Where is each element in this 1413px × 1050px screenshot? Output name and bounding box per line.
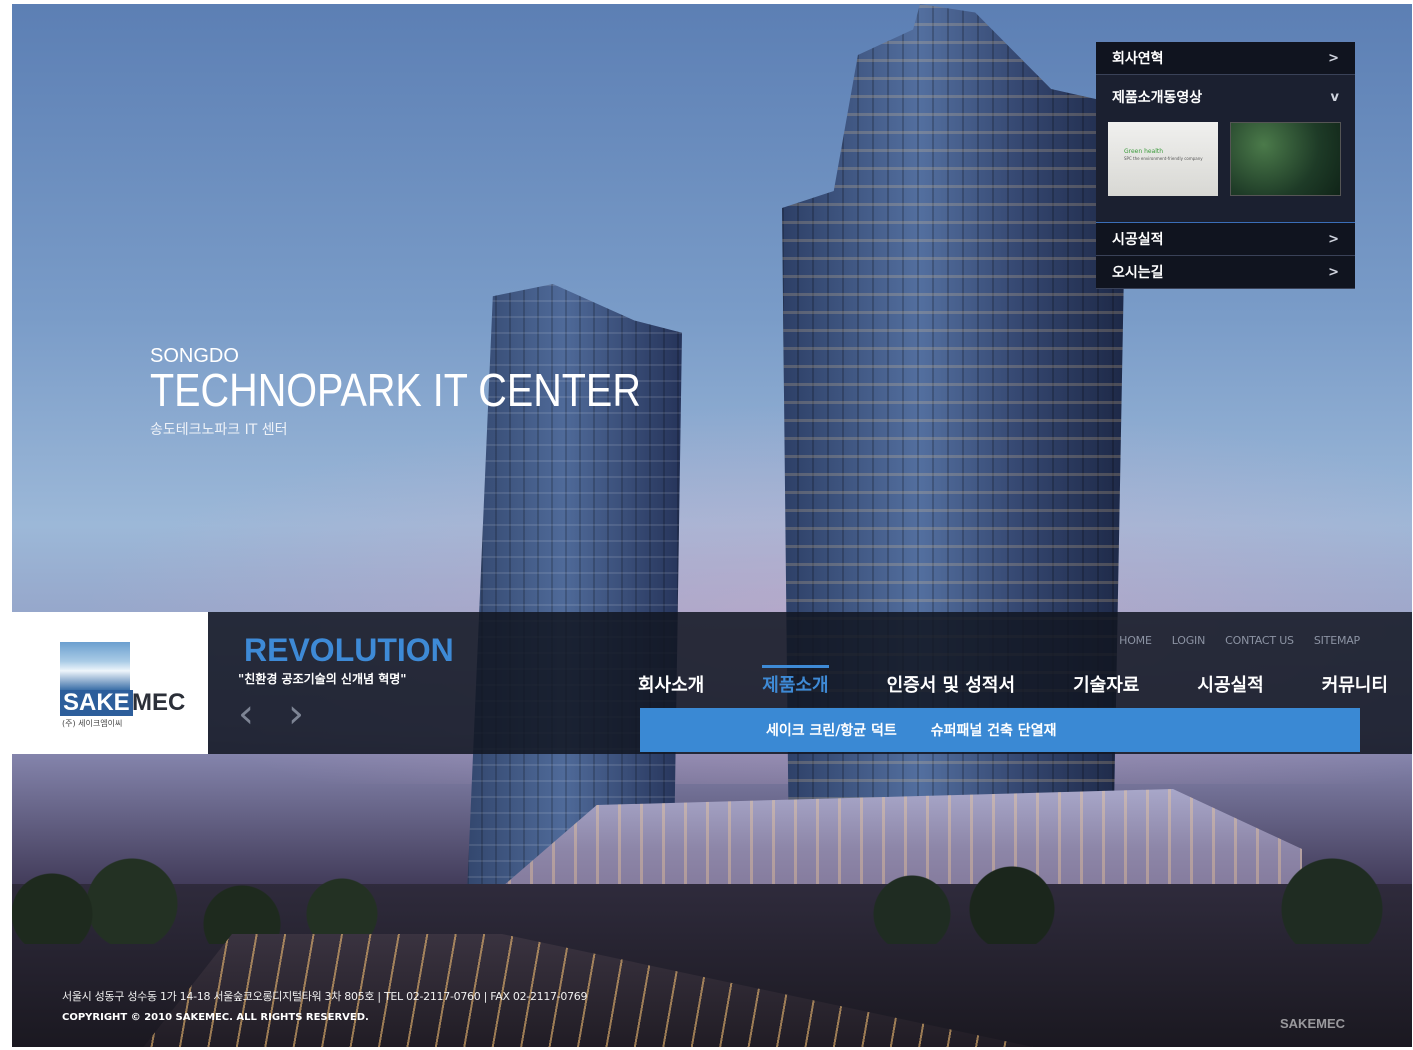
trees [12,854,1412,944]
logo-korean-text: (주) 세이크엠이씨 [62,719,123,728]
banner-arrows: ‹ › [238,694,318,734]
logo[interactable]: SAKE MEC (주) 세이크엠이씨 [12,612,208,754]
menu-directions-label: 오시는길 [1112,265,1164,281]
nav-company[interactable]: 회사소개 [638,670,704,706]
footer: 서울시 성동구 성수동 1가 14-18 서울숲코오롱디지털타워 3차 805호… [62,988,588,1023]
menu-product-video[interactable]: 제품소개동영상 v [1096,75,1355,119]
nav-certificates[interactable]: 인증서 및 성적서 [887,670,1015,706]
sub-nav: 세이크 크린/항균 덕트 슈퍼패널 건축 단열재 [640,708,1360,752]
menu-directions[interactable]: 오시는길 > [1096,256,1355,289]
logo-sky-image [60,642,130,690]
logo-mec-text: MEC [132,689,186,716]
home-link[interactable]: HOME [1119,634,1152,647]
hero-caption: SONGDO TECHNOPARK IT CENTER 송도테크노파크 IT 센… [150,345,721,439]
chevron-right-icon: > [1328,50,1339,66]
video-thumbnail-2[interactable] [1230,122,1341,196]
login-link[interactable]: LOGIN [1172,634,1206,647]
prev-arrow-icon[interactable]: ‹ [238,694,268,734]
main-nav: 회사소개 제품소개 인증서 및 성적서 기술자료 시공실적 커뮤니티 [638,665,1388,706]
video-thumbnail-1[interactable]: Green health SPC the environment-friendl… [1108,122,1219,196]
subnav-clean-duct[interactable]: 세이크 크린/항균 덕트 [766,720,897,740]
nav-construction[interactable]: 시공실적 [1197,670,1263,706]
thumbnail-subtitle: SPC the environment-friendly company [1124,156,1203,161]
watermark-logo: SAKEMEC [1280,1016,1346,1031]
chevron-right-icon: > [1328,231,1339,247]
footer-copyright: COPYRIGHT © 2010 SAKEMEC. ALL RIGHTS RES… [62,1012,369,1023]
contact-link[interactable]: CONTACT US [1225,634,1294,647]
banner-subtitle: "친환경 공조기술의 신개념 혁명" [238,672,407,686]
video-thumbnails: Green health SPC the environment-friendl… [1096,119,1355,223]
next-arrow-icon[interactable]: › [288,694,318,734]
utility-links: HOME LOGIN CONTACT US SITEMAP [1119,634,1360,647]
main-navigation-bar: SAKE MEC (주) 세이크엠이씨 REVOLUTION "친환경 공조기술… [12,612,1412,754]
sitemap-link[interactable]: SITEMAP [1314,634,1360,647]
menu-construction[interactable]: 시공실적 > [1096,223,1355,256]
thumbnail-title: Green health [1124,148,1164,155]
menu-construction-label: 시공실적 [1112,232,1164,248]
menu-history[interactable]: 회사연혁 > [1096,42,1355,75]
banner-title: REVOLUTION [244,632,454,668]
hero-title: TECHNOPARK IT CENTER [150,364,641,416]
logo-sake-text: SAKE [60,690,133,716]
footer-address: 서울시 성동구 성수동 1가 14-18 서울숲코오롱디지털타워 3차 805호… [62,990,588,1003]
nav-dark-band: REVOLUTION "친환경 공조기술의 신개념 혁명" ‹ › HOME L… [208,612,1412,754]
menu-history-label: 회사연혁 [1112,51,1164,67]
chevron-down-icon: v [1330,89,1339,105]
chevron-right-icon: > [1328,264,1339,280]
nav-technical-data[interactable]: 기술자료 [1073,670,1139,706]
hero-korean-title: 송도테크노파크 IT 센터 [150,422,288,438]
nav-community[interactable]: 커뮤니티 [1322,670,1388,706]
quick-menu-panel: 회사연혁 > 제품소개동영상 v Green health SPC the en… [1096,42,1355,289]
subnav-super-panel[interactable]: 슈퍼패널 건축 단열재 [931,720,1057,740]
nav-products[interactable]: 제품소개 [762,665,829,706]
menu-product-video-label: 제품소개동영상 [1112,90,1203,106]
